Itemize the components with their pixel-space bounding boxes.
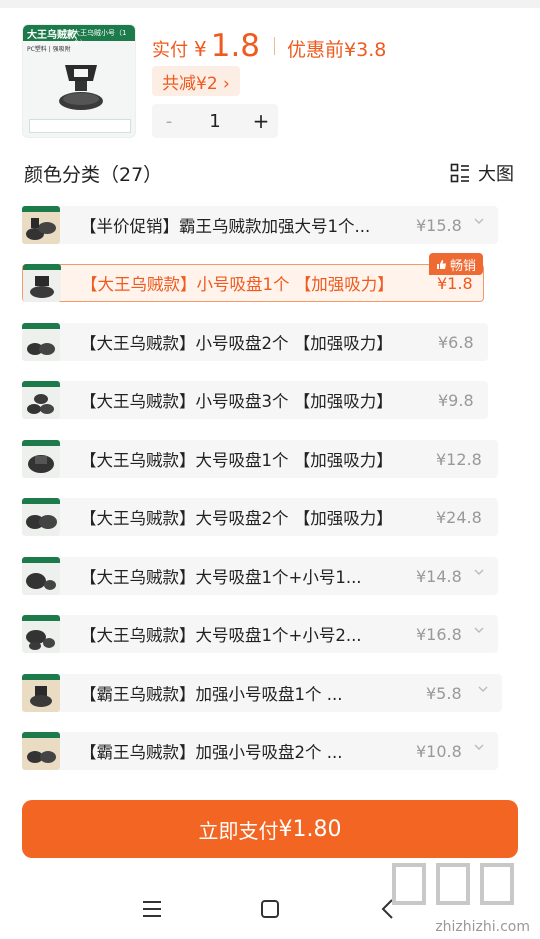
variant-label: 【大王乌贼款】大号吸盘1个+小号1...: [80, 568, 362, 587]
variant-price: ¥10.8: [416, 742, 462, 761]
suction-cup-icon: [59, 65, 103, 110]
variant-label: 【霸王乌贼款】加强小号吸盘1个 ...: [80, 685, 343, 704]
price-currency: ¥: [194, 37, 207, 61]
variant-item[interactable]: 【大王乌贼款】大号吸盘1个 【加强吸力】 ¥12.8: [22, 440, 498, 478]
variant-item[interactable]: 【大王乌贼款】小号吸盘3个 【加强吸力】 ¥9.8: [22, 381, 488, 419]
variant-item-selected[interactable]: 畅销 【大王乌贼款】小号吸盘1个 【加强吸力】 ¥1.8: [22, 253, 484, 302]
price-before-discount: 优惠前¥3.8: [287, 39, 387, 61]
variant-label: 【大王乌贼款】大号吸盘1个+小号2...: [80, 626, 362, 645]
product-image-subtitle: 大王乌贼小号（1个）: [73, 29, 127, 47]
bestseller-badge-label: 畅销: [449, 258, 476, 274]
product-image-title: 大王乌贼款: [27, 30, 77, 41]
chevron-down-icon[interactable]: [474, 216, 484, 226]
variant-price: ¥24.8: [436, 508, 482, 527]
variant-thumbnail: [22, 557, 60, 595]
pay-now-button[interactable]: 立即支付 ¥1.80: [22, 800, 518, 858]
big-image-label: 大图: [478, 164, 514, 185]
variant-price: ¥1.8: [437, 274, 473, 293]
pay-now-amount: ¥1.80: [278, 816, 342, 842]
variant-price: ¥9.8: [438, 391, 474, 410]
variant-price: ¥15.8: [416, 216, 462, 235]
chevron-down-icon[interactable]: [474, 625, 484, 635]
variant-item[interactable]: 【大王乌贼款】小号吸盘2个 【加强吸力】 ¥6.8: [22, 323, 488, 361]
quantity-stepper: - 1 +: [152, 104, 278, 138]
variant-thumbnail: [22, 615, 60, 653]
variant-label: 【大王乌贼款】小号吸盘3个 【加强吸力】: [80, 392, 393, 411]
price-amount: 1.8: [210, 28, 261, 64]
home-icon[interactable]: [260, 899, 280, 919]
variant-label: 【霸王乌贼款】加强小号吸盘2个 ...: [80, 743, 343, 762]
variant-item[interactable]: 【霸王乌贼款】加强小号吸盘2个 ... ¥10.8: [22, 732, 498, 770]
big-image-toggle[interactable]: 大图: [450, 160, 514, 186]
chevron-down-icon[interactable]: [474, 567, 484, 577]
product-image-caption: PC塑料 | 强吸附: [27, 46, 71, 53]
variant-item[interactable]: 【霸王乌贼款】加强小号吸盘1个 ... ¥5.8: [22, 674, 502, 712]
quantity-increase-button[interactable]: +: [244, 109, 278, 133]
chevron-down-icon[interactable]: [474, 742, 484, 752]
variant-price: ¥16.8: [416, 625, 462, 644]
variant-label: 【大王乌贼款】小号吸盘2个 【加强吸力】: [80, 334, 393, 353]
chevron-down-icon[interactable]: [478, 684, 488, 694]
price-row: 实付 ¥ 1.8 优惠前¥3.8: [152, 28, 386, 64]
watermark-text: zhizhizhi.com: [435, 919, 530, 935]
variant-label: 【大王乌贼款】小号吸盘1个 【加强吸力】: [81, 275, 394, 294]
quantity-decrease-button[interactable]: -: [152, 111, 186, 132]
variant-thumbnail: [23, 264, 61, 302]
variant-item[interactable]: 【大王乌贼款】大号吸盘2个 【加强吸力】 ¥24.8: [22, 498, 498, 536]
variant-item[interactable]: 【半价促销】霸王乌贼款加强大号1个... ¥15.8: [22, 206, 498, 244]
variant-thumbnail: [22, 381, 60, 419]
product-image[interactable]: 大王乌贼款 大王乌贼小号（1个） PC塑料 | 强吸附: [22, 24, 136, 138]
product-spec-table: [29, 119, 131, 133]
variant-thumbnail: [22, 206, 60, 244]
discount-details-button[interactable]: 共减¥2 ›: [152, 66, 240, 96]
variant-item[interactable]: 【大王乌贼款】大号吸盘1个+小号2... ¥16.8: [22, 615, 498, 653]
quantity-value[interactable]: 1: [186, 111, 244, 132]
pay-now-label: 立即支付: [198, 818, 279, 843]
color-category-title: 颜色分类（27）: [24, 164, 163, 186]
variant-label: 【大王乌贼款】大号吸盘1个 【加强吸力】: [80, 451, 393, 470]
variant-label: 【半价促销】霸王乌贼款加强大号1个...: [80, 217, 371, 236]
price-divider: [274, 37, 276, 55]
variant-item[interactable]: 【大王乌贼款】大号吸盘1个+小号1... ¥14.8: [22, 557, 498, 595]
variant-thumbnail: [22, 732, 60, 770]
thumbs-up-icon: [436, 259, 446, 269]
variant-label: 【大王乌贼款】大号吸盘2个 【加强吸力】: [80, 509, 393, 528]
menu-icon[interactable]: [142, 900, 162, 918]
variant-thumbnail: [22, 674, 60, 712]
variant-thumbnail: [22, 440, 60, 478]
variant-price: ¥14.8: [416, 567, 462, 586]
grid-list-icon: [450, 163, 469, 183]
variant-price: ¥5.8: [426, 684, 462, 703]
top-strip: [0, 0, 540, 8]
price-label: 实付: [152, 40, 188, 61]
bestseller-badge: 畅销: [428, 253, 483, 275]
variant-price: ¥12.8: [436, 450, 482, 469]
variant-thumbnail: [22, 498, 60, 536]
variant-price: ¥6.8: [438, 333, 474, 352]
variant-thumbnail: [22, 323, 60, 361]
